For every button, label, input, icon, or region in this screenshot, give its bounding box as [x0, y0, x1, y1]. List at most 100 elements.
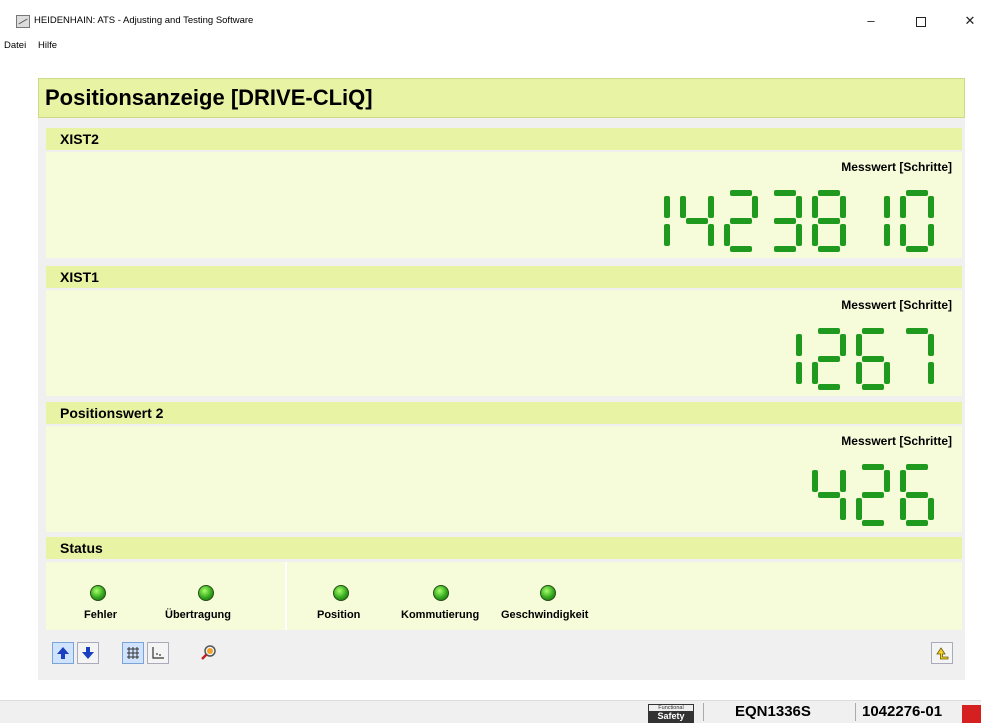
led-label-fehler: Fehler — [84, 609, 118, 621]
segment-a — [730, 190, 752, 196]
section-title: XIST1 — [60, 269, 99, 285]
digit — [884, 196, 890, 246]
maximize-button[interactable] — [901, 8, 941, 34]
segment-g — [818, 356, 840, 362]
segment-b — [796, 334, 802, 356]
badge-bottom-text: Safety — [649, 711, 693, 722]
alert-icon — [962, 705, 981, 723]
section-body-positionswert2: Messwert [Schritte] — [46, 426, 962, 532]
segment-c — [884, 362, 890, 384]
encoder-id: 1042276-01 — [862, 703, 943, 720]
minimize-button[interactable]: – — [851, 8, 891, 34]
axis-button[interactable] — [147, 642, 169, 664]
segment-e — [812, 362, 818, 384]
digit — [796, 334, 802, 384]
section-body-xist1: Messwert [Schritte] — [46, 290, 962, 396]
section-header-status: Status — [46, 537, 962, 559]
segment-b — [884, 470, 890, 492]
segment-d — [818, 384, 840, 390]
segment-d — [906, 246, 928, 252]
magnifier-icon — [201, 645, 216, 660]
seven-segment-display — [636, 188, 944, 252]
section-header-positionswert2: Positionswert 2 — [46, 402, 962, 424]
arrow-down-button[interactable] — [77, 642, 99, 664]
segment-a — [818, 328, 840, 334]
seven-segment-display — [768, 326, 944, 390]
segment-f — [812, 196, 818, 218]
status-separator — [855, 703, 856, 721]
status-bar: Functional Safety EQN1336S 1042276-01 — [0, 700, 981, 723]
segment-a — [906, 328, 928, 334]
segment-f — [856, 334, 862, 356]
measurement-label: Messwert [Schritte] — [841, 160, 952, 174]
panel-title: Positionsanzeige [DRIVE-CLiQ] — [45, 85, 373, 110]
segment-d — [774, 246, 796, 252]
segment-a — [774, 190, 796, 196]
segment-e — [724, 224, 730, 246]
return-icon — [936, 647, 949, 660]
window-title: HEIDENHAIN: ATS - Adjusting and Testing … — [34, 15, 254, 26]
segment-b — [708, 196, 714, 218]
functional-safety-badge: Functional Safety — [648, 704, 694, 723]
segment-c — [708, 224, 714, 246]
segment-c — [884, 224, 890, 246]
led-label-geschwindigkeit: Geschwindigkeit — [501, 609, 589, 621]
measurement-label: Messwert [Schritte] — [841, 298, 952, 312]
segment-c — [664, 224, 670, 246]
digit — [664, 196, 670, 246]
return-button[interactable] — [931, 642, 953, 664]
segment-a — [862, 328, 884, 334]
status-panel: Fehler Übertragung Position Kommutierung… — [46, 562, 962, 630]
encoder-model: EQN1336S — [735, 703, 811, 720]
main-panel: Positionsanzeige [DRIVE-CLiQ] XIST2 Mess… — [38, 78, 965, 680]
segment-b — [664, 196, 670, 218]
segment-a — [906, 464, 928, 470]
segment-b — [796, 196, 802, 218]
segment-d — [906, 520, 928, 526]
zoom-button[interactable] — [198, 642, 220, 664]
segment-g — [862, 356, 884, 362]
grid-icon — [127, 647, 139, 659]
segment-b — [840, 470, 846, 492]
arrow-up-button[interactable] — [52, 642, 74, 664]
segment-e — [856, 498, 862, 520]
led-label-position: Position — [317, 609, 361, 621]
section-title: Status — [60, 540, 103, 556]
segment-c — [928, 498, 934, 520]
digit — [774, 190, 802, 252]
segment-b — [928, 334, 934, 356]
segment-d — [862, 520, 884, 526]
segment-c — [796, 362, 802, 384]
segment-f — [900, 470, 906, 492]
segment-a — [862, 464, 884, 470]
panel-header: Positionsanzeige [DRIVE-CLiQ] — [38, 78, 965, 118]
close-button[interactable]: ✕ — [950, 8, 981, 34]
app-icon — [16, 15, 30, 28]
segment-e — [856, 362, 862, 384]
segment-d — [730, 246, 752, 252]
status-divider — [285, 562, 287, 630]
segment-b — [884, 196, 890, 218]
section-header-xist2: XIST2 — [46, 128, 962, 150]
led-position — [333, 585, 349, 601]
segment-a — [818, 190, 840, 196]
seven-segment-display — [812, 462, 944, 526]
digit — [900, 190, 934, 252]
arrow-up-icon — [57, 647, 69, 659]
menu-datei[interactable]: Datei — [4, 40, 26, 51]
axis-icon — [152, 647, 164, 659]
section-title: XIST2 — [60, 131, 99, 147]
section-title: Positionswert 2 — [60, 405, 164, 421]
menu-hilfe[interactable]: Hilfe — [38, 40, 57, 51]
segment-f — [812, 470, 818, 492]
measurement-label: Messwert [Schritte] — [841, 434, 952, 448]
segment-f — [680, 196, 686, 218]
arrow-down-icon — [82, 647, 94, 659]
digit — [812, 470, 846, 520]
led-label-kommutierung: Kommutierung — [401, 609, 480, 621]
segment-g — [686, 218, 708, 224]
segment-g — [862, 492, 884, 498]
grid-button[interactable] — [122, 642, 144, 664]
segment-c — [928, 362, 934, 384]
led-label-uebertragung: Übertragung — [165, 609, 231, 621]
